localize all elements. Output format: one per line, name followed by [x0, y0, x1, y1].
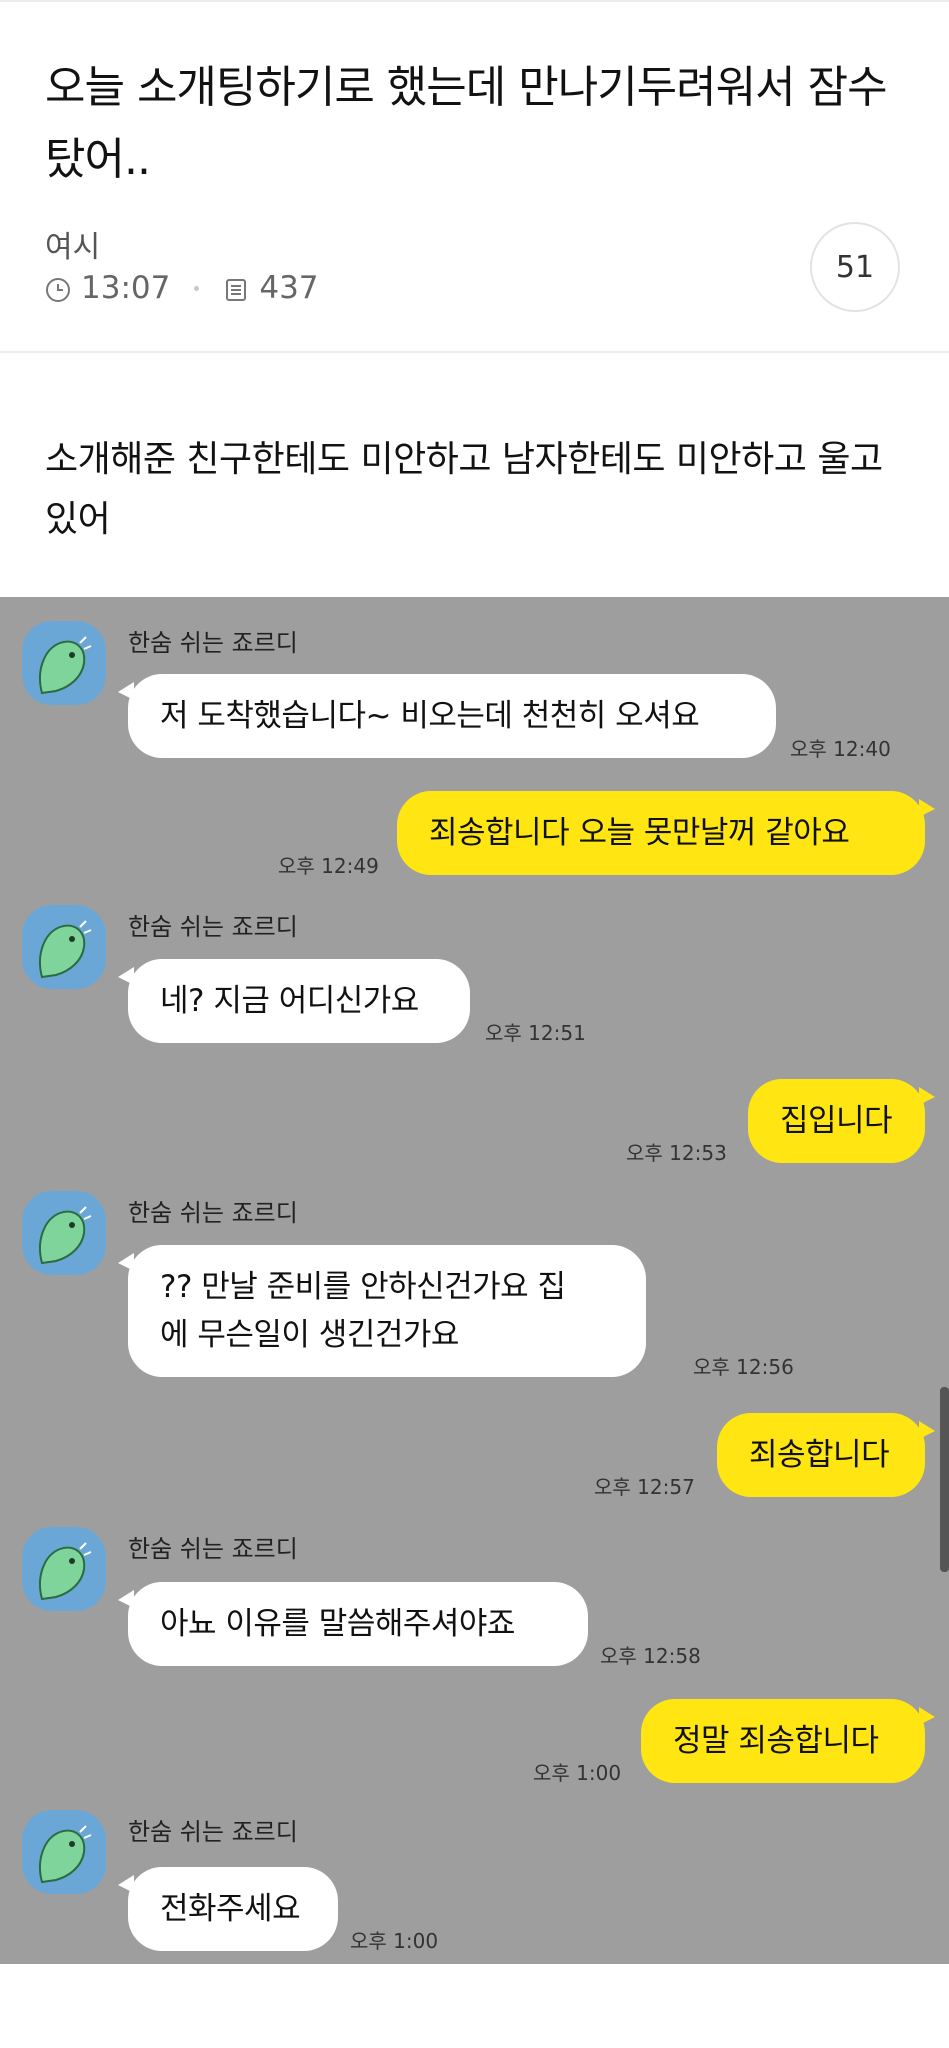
incoming-message: 저 도착했습니다~ 비오는데 천천히 오셔요 — [118, 674, 776, 758]
incoming-message: ?? 만날 준비를 안하신건가요 집에 무슨일이 생긴건가요 — [118, 1245, 646, 1377]
sender-name: 한숨 쉬는 죠르디 — [128, 1818, 298, 1846]
jordy-dinosaur-icon — [22, 1810, 106, 1894]
page-footer-space — [0, 1964, 949, 2048]
message-time: 오후 12:53 — [626, 1141, 727, 1165]
post-title: 오늘 소개팅하기로 했는데 만나기두려워서 잠수 탔어.. — [45, 62, 888, 185]
document-icon — [223, 275, 249, 301]
comment-count-button[interactable]: 51 — [810, 222, 900, 312]
post-header: 오늘 소개팅하기로 했는데 만나기두려워서 잠수 탔어.. 여시 13:07 4… — [0, 0, 949, 352]
outgoing-message: 죄송합니다 — [717, 1413, 935, 1497]
post-meta: 13:07 437 — [45, 268, 319, 308]
message-time: 오후 12:56 — [693, 1355, 794, 1379]
outgoing-message: 정말 죄송합니다 — [641, 1699, 935, 1783]
incoming-message: 전화주세요 — [118, 1867, 338, 1951]
message-time: 오후 1:00 — [350, 1929, 439, 1953]
sender-name: 한숨 쉬는 죠르디 — [128, 1535, 298, 1563]
message-time: 오후 12:51 — [485, 1021, 586, 1045]
incoming-message: 아뇨 이유를 말씀해주셔야죠 — [118, 1582, 588, 1666]
meta-separator — [194, 285, 200, 291]
clock-icon — [45, 275, 71, 302]
jordy-dinosaur-icon — [22, 1527, 106, 1611]
sender-name: 한숨 쉬는 죠르디 — [128, 1199, 298, 1227]
top-divider — [0, 0, 949, 2]
header-divider — [0, 351, 949, 353]
jordy-dinosaur-icon — [22, 905, 106, 989]
sender-name: 한숨 쉬는 죠르디 — [128, 913, 298, 941]
incoming-message: 네? 지금 어디신가요 — [118, 959, 470, 1043]
sender-name: 한숨 쉬는 죠르디 — [128, 629, 298, 657]
post-time: 13:07 — [81, 270, 171, 306]
author-name[interactable]: 여시 — [45, 222, 100, 266]
outgoing-message: 집입니다 — [748, 1079, 935, 1163]
chat-screenshot: 한숨 쉬는 죠르디 저 도착했습니다~ 비오는데 천천히 오셔요 오후 12:4… — [0, 597, 949, 1964]
message-time: 오후 1:00 — [533, 1761, 622, 1785]
jordy-dinosaur-icon — [22, 621, 106, 705]
message-time: 오후 12:49 — [278, 854, 379, 878]
post-body: 소개해준 친구한테도 미안하고 남자한테도 미안하고 울고있어 — [45, 439, 883, 540]
message-time: 오후 12:58 — [600, 1644, 701, 1668]
message-time: 오후 12:40 — [790, 737, 891, 761]
message-time: 오후 12:57 — [594, 1475, 695, 1499]
view-count: 437 — [259, 270, 319, 306]
outgoing-message: 죄송합니다 오늘 못만날꺼 같아요 — [397, 791, 935, 875]
jordy-dinosaur-icon — [22, 1191, 106, 1275]
scrollbar-thumb[interactable] — [940, 1387, 949, 1572]
